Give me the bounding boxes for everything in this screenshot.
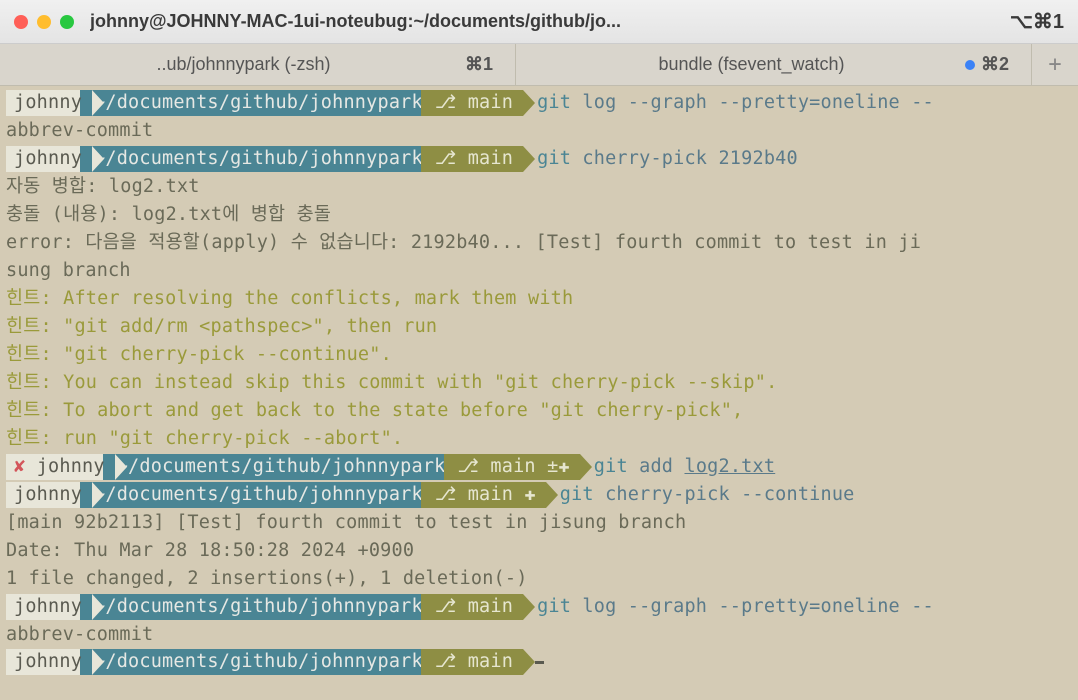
prompt-branch-segment: ⎇ main ✚ (421, 482, 546, 508)
output-line: Date: Thu Mar 28 18:50:28 2024 +0900 (6, 537, 1072, 565)
hint-line: 힌트: "git add/rm <pathspec>", then run (6, 313, 1072, 341)
prompt-branch-segment: ⎇ main (421, 90, 523, 116)
command-continuation: abbrev-commit (6, 117, 1072, 145)
prompt-user-segment: johnny (6, 146, 92, 172)
output-line: error: 다음을 적용할(apply) 수 없습니다: 2192b40...… (6, 229, 1072, 257)
command-text: git cherry-pick --continue (560, 481, 855, 509)
output-line: [main 92b2113] [Test] fourth commit to t… (6, 509, 1072, 537)
hint-line: 힌트: After resolving the conflicts, mark … (6, 285, 1072, 313)
prompt-line-error: ✘ johnny ~/documents/github/johnnypark ⎇… (6, 453, 1072, 481)
activity-dot-icon (965, 60, 975, 70)
output-line: sung branch (6, 257, 1072, 285)
prompt-branch-segment: ⎇ main (421, 146, 523, 172)
command-text: git cherry-pick 2192b40 (537, 145, 798, 173)
command-text: git log --graph --pretty=oneline -- (537, 593, 934, 621)
hint-line: 힌트: "git cherry-pick --continue". (6, 341, 1072, 369)
prompt-line: johnny ~/documents/github/johnnypark ⎇ m… (6, 481, 1072, 509)
prompt-line: johnny ~/documents/github/johnnypark ⎇ m… (6, 89, 1072, 117)
close-icon[interactable] (14, 15, 28, 29)
prompt-path-segment: ~/documents/github/johnnypark (103, 454, 456, 480)
prompt-path-segment: ~/documents/github/johnnypark (80, 649, 433, 675)
output-line: 1 file changed, 2 insertions(+), 1 delet… (6, 565, 1072, 593)
error-x-icon: ✘ (14, 456, 25, 477)
window-title: johnny@JOHNNY-MAC-1ui-noteubug:~/documen… (90, 11, 1000, 32)
prompt-path-segment: ~/documents/github/johnnypark (80, 146, 433, 172)
tab-shortcut: ⌘2 (965, 54, 1009, 75)
prompt-line-current: johnny ~/documents/github/johnnypark ⎇ m… (6, 649, 1072, 675)
hint-line: 힌트: You can instead skip this commit wit… (6, 369, 1072, 397)
prompt-line: johnny ~/documents/github/johnnypark ⎇ m… (6, 593, 1072, 621)
tab-shortcut: ⌘1 (465, 54, 493, 75)
maximize-icon[interactable] (60, 15, 74, 29)
tab-label: ..ub/johnnypark (-zsh) (22, 54, 465, 75)
terminal-content[interactable]: johnny ~/documents/github/johnnypark ⎇ m… (0, 86, 1078, 700)
prompt-user-segment: johnny (6, 482, 92, 508)
command-continuation: abbrev-commit (6, 621, 1072, 649)
output-line: 자동 병합: log2.txt (6, 173, 1072, 201)
cursor-icon (535, 661, 544, 664)
hint-line: 힌트: To abort and get back to the state b… (6, 397, 1072, 425)
hint-line: 힌트: run "git cherry-pick --abort". (6, 425, 1072, 453)
prompt-path-segment: ~/documents/github/johnnypark (80, 594, 433, 620)
prompt-path-segment: ~/documents/github/johnnypark (80, 482, 433, 508)
new-tab-button[interactable]: + (1032, 44, 1078, 85)
tab-bar: ..ub/johnnypark (-zsh) ⌘1 bundle (fseven… (0, 44, 1078, 86)
command-text: git log --graph --pretty=oneline -- (537, 89, 934, 117)
command-text: git add log2.txt (594, 453, 775, 481)
prompt-branch-segment: ⎇ main (421, 649, 523, 675)
prompt-user-segment: johnny (6, 90, 92, 116)
prompt-branch-segment: ⎇ main (421, 594, 523, 620)
output-line: 충돌 (내용): log2.txt에 병합 충돌 (6, 201, 1072, 229)
prompt-line: johnny ~/documents/github/johnnypark ⎇ m… (6, 145, 1072, 173)
window-shortcut: ⌥⌘1 (1010, 9, 1064, 34)
prompt-user-segment: ✘ johnny (6, 454, 115, 480)
minimize-icon[interactable] (37, 15, 51, 29)
tab-2[interactable]: bundle (fsevent_watch) ⌘2 (516, 44, 1032, 85)
tab-label: bundle (fsevent_watch) (538, 54, 965, 75)
prompt-path-segment: ~/documents/github/johnnypark (80, 90, 433, 116)
traffic-lights (14, 15, 74, 29)
tab-1[interactable]: ..ub/johnnypark (-zsh) ⌘1 (0, 44, 516, 85)
window-titlebar: johnny@JOHNNY-MAC-1ui-noteubug:~/documen… (0, 0, 1078, 44)
prompt-user-segment: johnny (6, 594, 92, 620)
prompt-branch-segment: ⎇ main ±✚ (444, 454, 580, 480)
prompt-user-segment: johnny (6, 649, 92, 675)
